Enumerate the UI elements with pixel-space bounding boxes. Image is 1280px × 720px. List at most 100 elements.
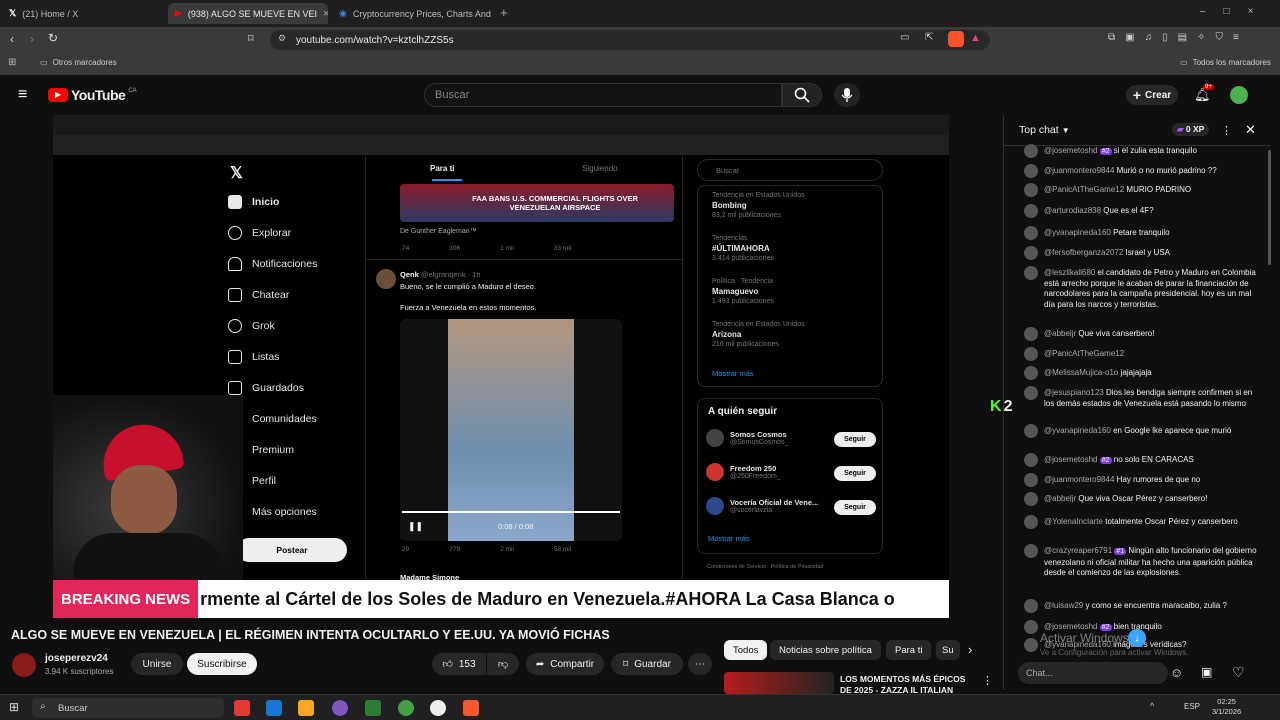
brave-rewards-icon[interactable]: ▲ bbox=[970, 32, 981, 44]
chat-message[interactable]: @josemetoshd #2 si el zulia esta tranqui… bbox=[1024, 144, 1259, 158]
chat-author[interactable]: @yvanapineda160 bbox=[1044, 228, 1111, 237]
trend-item[interactable]: Tendencias #ÚLTIMAHORA 3.414 publicaciones bbox=[712, 235, 774, 262]
chat-author[interactable]: @josemetoshd bbox=[1044, 455, 1097, 464]
chat-author[interactable]: @arturodiaz838 bbox=[1044, 206, 1101, 215]
chevron-right-icon[interactable]: › bbox=[968, 642, 972, 657]
hamburger-menu-icon[interactable]: ≡ bbox=[18, 86, 27, 104]
explorer-app-icon[interactable] bbox=[298, 700, 314, 716]
trend-item[interactable]: Tendencia en Estados Unidos Arizona 210 mi… bbox=[712, 321, 805, 348]
chat-message[interactable]: @juanmontero9844 Murió o no murió padrin… bbox=[1024, 164, 1259, 178]
brave-app-icon[interactable] bbox=[463, 700, 479, 716]
search-button[interactable] bbox=[782, 83, 822, 107]
recommendation-thumbnail[interactable] bbox=[724, 672, 834, 694]
chat-input[interactable]: Chat... bbox=[1018, 662, 1168, 684]
language-indicator[interactable]: ESP bbox=[1184, 702, 1200, 711]
video-player[interactable]: 𝕏 Inicio Explorar Notificaciones Chatear… bbox=[53, 115, 949, 618]
bookmark-icon[interactable]: ⌑ bbox=[248, 32, 254, 45]
windows-start-icon[interactable]: ⊞ bbox=[9, 700, 19, 714]
forward-icon[interactable]: › bbox=[30, 32, 34, 46]
x-search-input[interactable]: Buscar bbox=[697, 159, 883, 181]
follow-button[interactable]: Seguir bbox=[834, 466, 876, 481]
chat-message[interactable]: @YolenaIncIarte totalmente Oscar Pérez y… bbox=[1024, 515, 1259, 529]
search-input[interactable]: Buscar bbox=[424, 83, 782, 107]
tweet-video[interactable]: ❚❚ 0:08 / 0:08 bbox=[400, 319, 622, 541]
youtube-logo[interactable]: ▶ YouTube CA bbox=[48, 87, 137, 103]
show-more-link[interactable]: Mostrar más bbox=[708, 534, 750, 543]
chat-author[interactable]: @abbeljr bbox=[1044, 329, 1076, 338]
x-nav-grok[interactable]: Grok bbox=[228, 319, 275, 333]
chat-author[interactable]: @luisaw29 bbox=[1044, 601, 1083, 610]
chat-author[interactable]: @MelissaMujica-o1o bbox=[1044, 368, 1118, 377]
chat-author[interactable]: @PanicAtTheGame12 bbox=[1044, 349, 1124, 358]
clock[interactable]: 02:25 3/1/2026 bbox=[1212, 697, 1241, 717]
chat-message-list[interactable]: @josemetoshd #2 si el zulia esta tranqui… bbox=[1004, 141, 1271, 656]
chat-author[interactable]: @abbeljr bbox=[1044, 494, 1076, 503]
footer-links[interactable]: Condiciones de Servicio Política de Priv… bbox=[707, 564, 823, 570]
chat-message[interactable]: @josemetoshd #2 no solo EN CARACAS bbox=[1024, 453, 1259, 467]
tab-for-you[interactable]: Para ti bbox=[430, 164, 454, 173]
more-actions-button[interactable]: ⋯ bbox=[688, 653, 712, 675]
close-icon[interactable]: ✕ bbox=[1245, 122, 1256, 138]
trend-item[interactable]: Política · Tendencia Mamaguevo 1.493 publi… bbox=[712, 278, 774, 305]
site-info-icon[interactable]: ⚙ bbox=[278, 33, 286, 44]
channel-avatar[interactable] bbox=[12, 653, 36, 677]
emoji-icon[interactable]: ☺ bbox=[1170, 665, 1183, 680]
all-bookmarks[interactable]: ▭ Todos los marcadores bbox=[1180, 58, 1271, 67]
share-button[interactable]: ➦ Compartir bbox=[526, 653, 604, 675]
chat-message[interactable]: @luisaw29 y como se encuentra maracaibo,… bbox=[1024, 599, 1259, 613]
tab-x-home[interactable]: 𝕏 (21) Home / X bbox=[2, 3, 164, 24]
chat-message[interactable]: @arturodiaz838 Que es el 4F? bbox=[1024, 204, 1259, 218]
youtube-app-icon[interactable] bbox=[234, 700, 250, 716]
chat-message[interactable]: @leszlikall680 el candidato de Petro y M… bbox=[1024, 266, 1259, 310]
chat-author[interactable]: @juanmontero9844 bbox=[1044, 475, 1114, 484]
create-button[interactable]: + Crear bbox=[1126, 85, 1178, 105]
chat-author[interactable]: @yvanapineda160 bbox=[1044, 426, 1111, 435]
app-icon[interactable] bbox=[365, 700, 381, 716]
chip-politics[interactable]: Noticias sobre política bbox=[770, 640, 881, 660]
avatar[interactable] bbox=[1230, 86, 1248, 104]
follow-button[interactable]: Seguir bbox=[834, 500, 876, 515]
x-nav-home[interactable]: Inicio bbox=[228, 195, 279, 209]
store-app-icon[interactable] bbox=[266, 700, 282, 716]
chat-author[interactable]: @YolenaIncIarte bbox=[1044, 517, 1103, 526]
x-nav-explore[interactable]: Explorar bbox=[228, 226, 291, 240]
notifications-button[interactable]: 🔔︎ 9+ bbox=[1194, 84, 1214, 103]
chat-author[interactable]: @juanmontero9844 bbox=[1044, 166, 1114, 175]
taskbar-search[interactable]: ⌕ Buscar bbox=[32, 698, 224, 718]
chat-author[interactable]: @jesuspiano123 bbox=[1044, 388, 1104, 397]
more-vert-icon[interactable]: ⋮ bbox=[982, 674, 993, 687]
browser-app-icon[interactable] bbox=[332, 700, 348, 716]
x-nav-chat[interactable]: Chatear bbox=[228, 288, 289, 302]
chat-author[interactable]: @josemetoshd bbox=[1044, 146, 1097, 155]
chat-message[interactable]: @abbeljr Que viva canserbero! bbox=[1024, 327, 1259, 341]
tweet-author[interactable]: Qenk bbox=[400, 270, 419, 279]
tab-youtube-video[interactable]: ▶ (938) ALGO SE MUEVE EN VEI × bbox=[168, 3, 328, 24]
chat-message[interactable]: @PanicAtTheGame12 bbox=[1024, 347, 1259, 361]
back-icon[interactable]: ‹ bbox=[10, 32, 14, 46]
app-icon[interactable] bbox=[430, 700, 446, 716]
show-more-link[interactable]: Mostrar más bbox=[712, 369, 754, 378]
scroll-down-icon[interactable]: ↓ bbox=[1128, 629, 1146, 647]
cast-icon[interactable]: ▭ bbox=[900, 32, 909, 43]
tab-crypto[interactable]: ◉ Cryptocurrency Prices, Charts And M × bbox=[332, 3, 492, 24]
chat-message[interactable]: @crazyreaper6791 #1 Ningún alto funciona… bbox=[1024, 544, 1259, 579]
chat-author[interactable]: @fersofberganza2072 bbox=[1044, 248, 1123, 257]
chrome-app-icon[interactable] bbox=[398, 700, 414, 716]
recommendation-title[interactable]: LOS MOMENTOS MÁS ÉPICOS DE 2025 - ZAZZA … bbox=[840, 674, 970, 694]
chat-message[interactable]: @PanicAtTheGame12 MURIO PADRINO bbox=[1024, 183, 1259, 197]
x-nav-notifications[interactable]: Notificaciones bbox=[228, 257, 317, 271]
chat-author[interactable]: @PanicAtTheGame12 bbox=[1044, 185, 1124, 194]
chat-message[interactable]: @fersofberganza2072 Israel y USA bbox=[1024, 246, 1259, 260]
window-controls[interactable]: –□× bbox=[1200, 6, 1271, 17]
share-icon[interactable]: ⇱ bbox=[925, 32, 933, 43]
join-button[interactable]: Unirse bbox=[131, 653, 183, 675]
chat-message[interactable]: @MelissaMujica-o1o jajajajaja bbox=[1024, 366, 1259, 380]
follow-button[interactable]: Seguir bbox=[834, 432, 876, 447]
sticker-icon[interactable]: ▣ bbox=[1201, 665, 1212, 679]
subscribe-button[interactable]: Suscribirse bbox=[187, 653, 257, 675]
heart-icon[interactable]: ♡ bbox=[1232, 664, 1245, 681]
chip-for-you[interactable]: Para ti bbox=[886, 640, 932, 660]
extension-icons[interactable]: ⧉ ▣ ♫ ▯ ▤ ✧ ⛉ ≡ bbox=[1108, 32, 1239, 43]
tweet-actions[interactable]: 74 306 1 mil 33 mil bbox=[402, 245, 571, 252]
chat-mode-dropdown[interactable]: Top chat ▼ bbox=[1019, 124, 1070, 136]
